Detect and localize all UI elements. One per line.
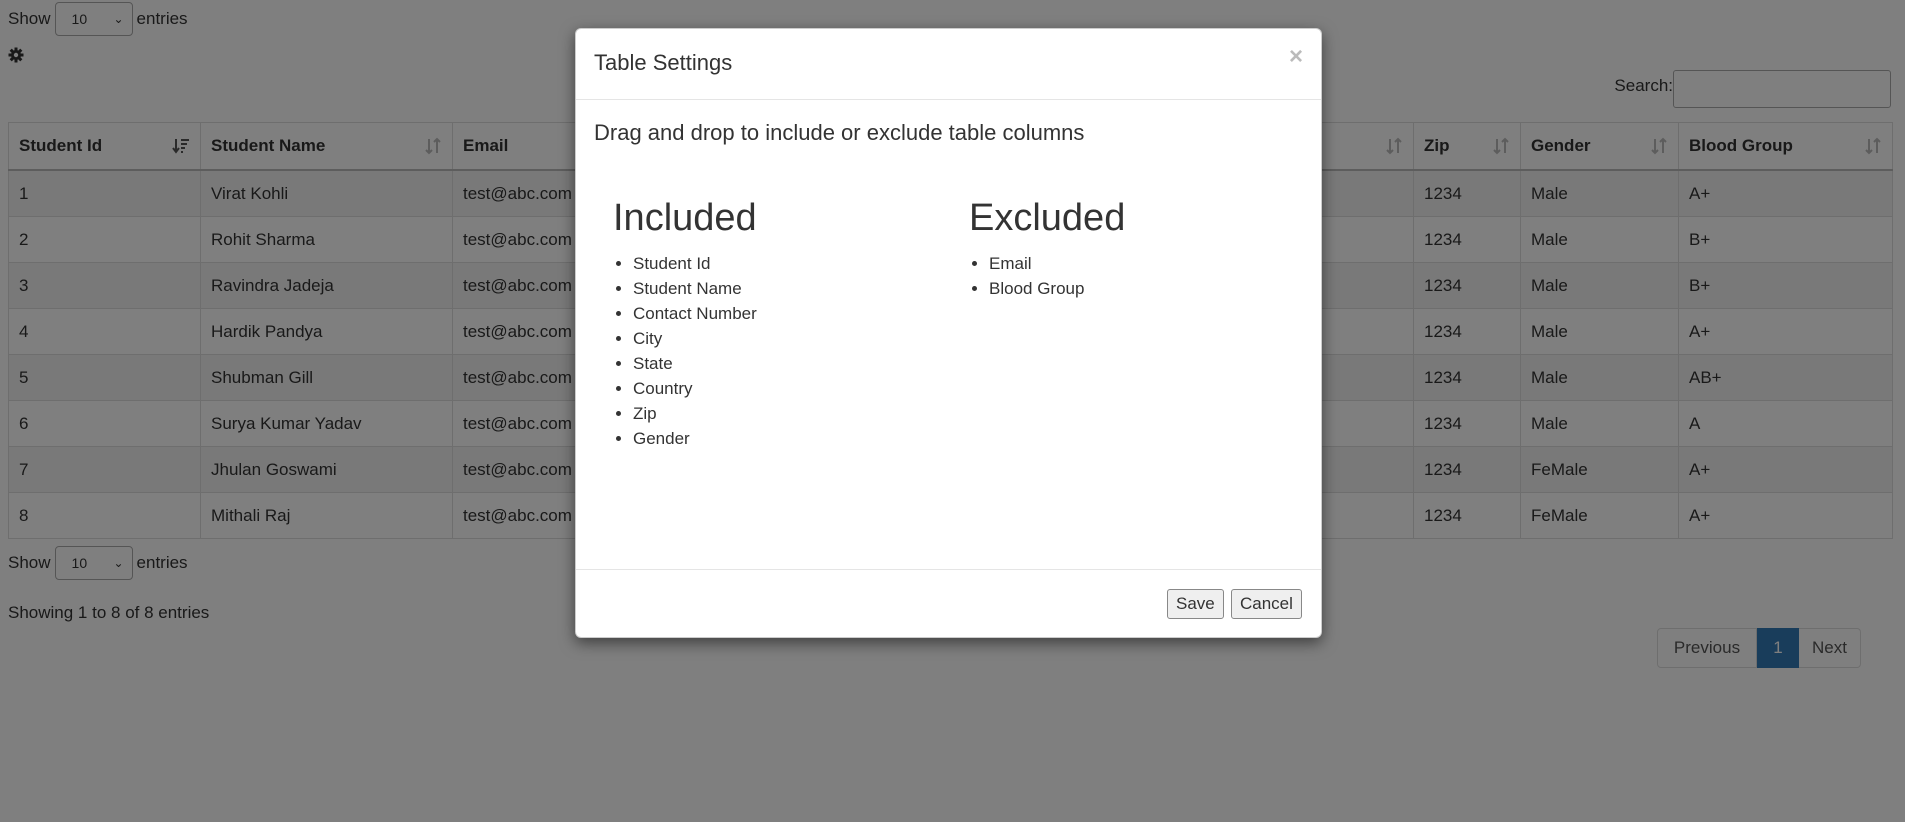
modal-instructions: Drag and drop to include or exclude tabl…	[594, 120, 1085, 145]
excluded-heading: Excluded	[969, 197, 1126, 239]
excluded-columns-list: Email Blood Group	[969, 251, 1084, 301]
table-settings-modal: Table Settings × Drag and drop to includ…	[575, 28, 1322, 638]
modal-header: Table Settings ×	[576, 29, 1321, 100]
excluded-column-item[interactable]: Email	[989, 251, 1084, 276]
included-column-item[interactable]: Student Name	[633, 276, 757, 301]
cancel-button[interactable]: Cancel	[1231, 589, 1302, 619]
included-column-item[interactable]: Country	[633, 376, 757, 401]
included-columns-list: Student Id Student Name Contact Number C…	[613, 251, 757, 451]
included-heading: Included	[613, 197, 757, 239]
excluded-column-item[interactable]: Blood Group	[989, 276, 1084, 301]
included-column-item[interactable]: City	[633, 326, 757, 351]
included-column-item[interactable]: Student Id	[633, 251, 757, 276]
modal-title: Table Settings	[594, 50, 733, 75]
modal-footer-divider	[576, 569, 1321, 570]
included-column-item[interactable]: Contact Number	[633, 301, 757, 326]
close-icon[interactable]: ×	[1289, 43, 1303, 71]
included-column-item[interactable]: State	[633, 351, 757, 376]
save-button[interactable]: Save	[1167, 589, 1224, 619]
included-column-item[interactable]: Gender	[633, 426, 757, 451]
included-column-item[interactable]: Zip	[633, 401, 757, 426]
